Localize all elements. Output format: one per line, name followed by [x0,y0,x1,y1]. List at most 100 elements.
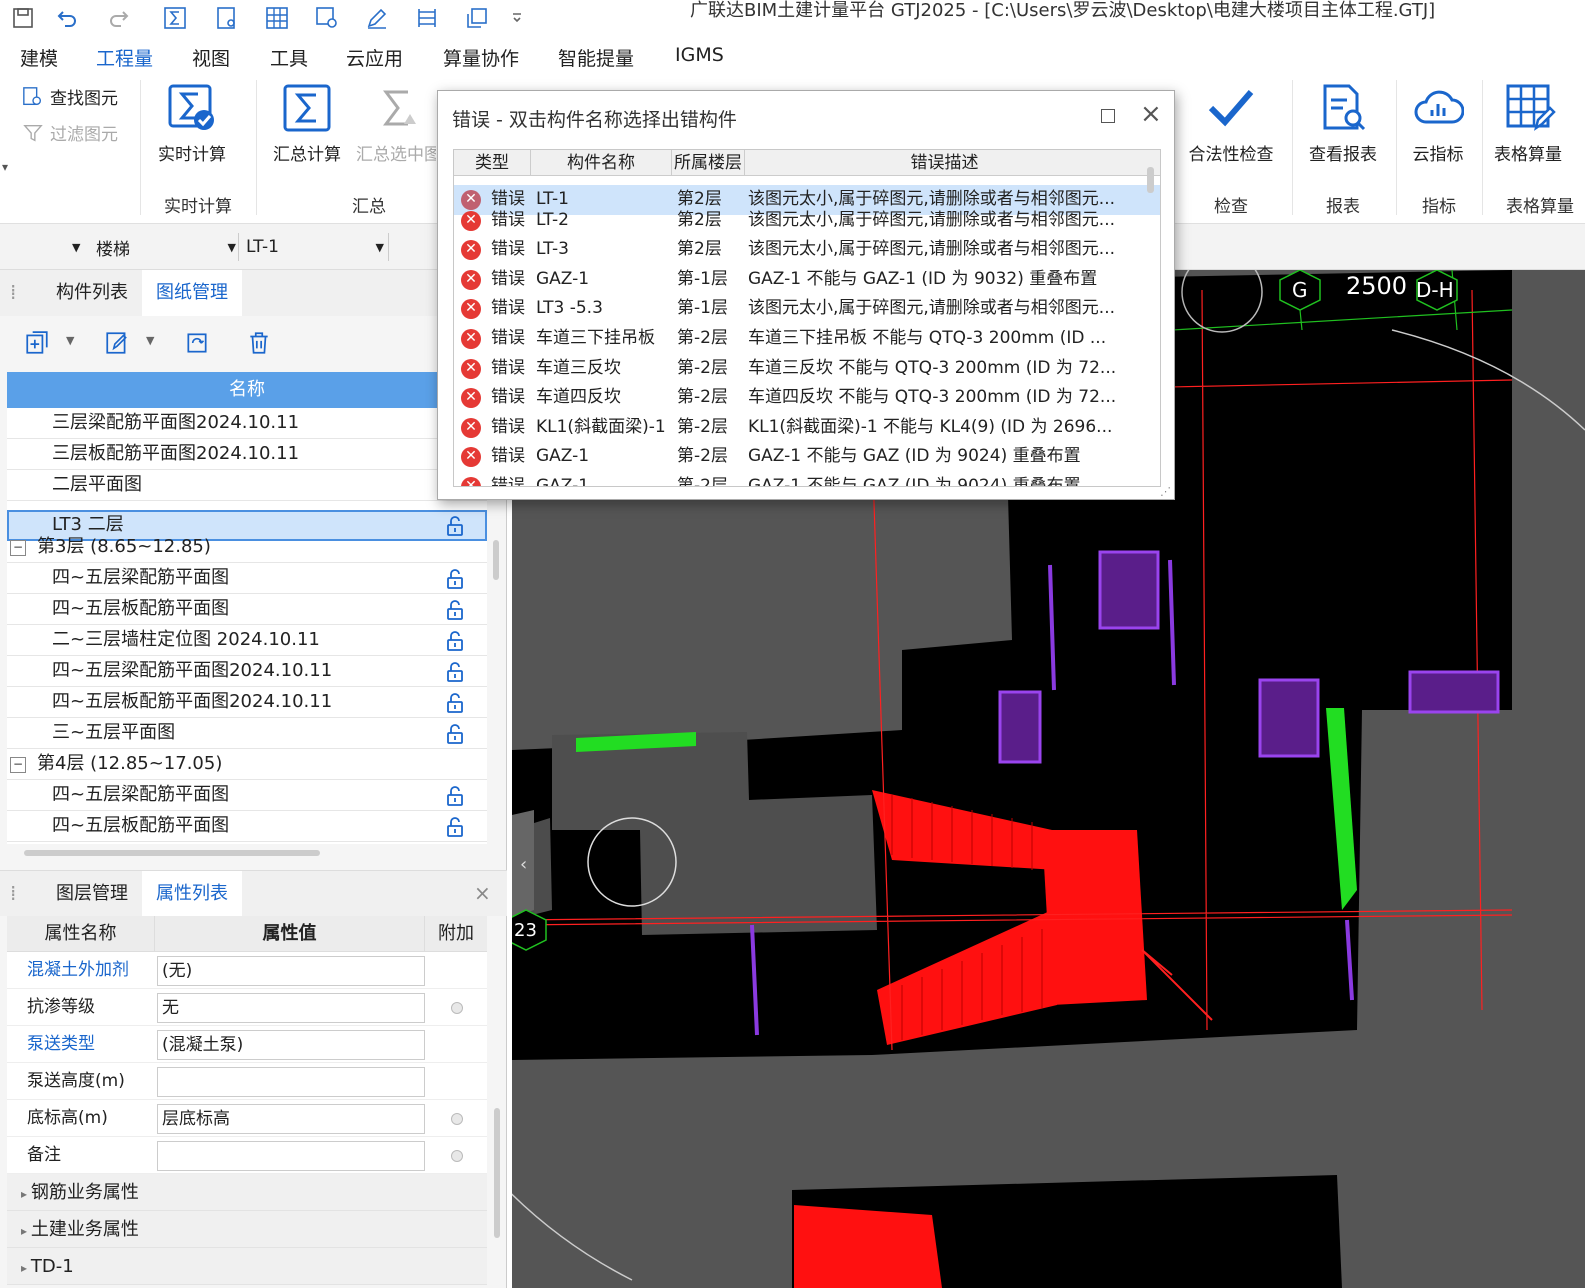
error-row[interactable]: ✕ 错误 GAZ-1 第-2层 GAZ-1 不能与 GAZ (ID 为 9024) 重叠… [454,472,1160,486]
resize-grip-icon[interactable]: ⋰ [1160,485,1171,498]
customize-icon[interactable] [502,4,532,32]
floor-group-row[interactable]: − 第3层 (8.65~12.85) [7,532,487,563]
tab-layer-manage[interactable]: 图层管理 [42,871,142,917]
lock-icon[interactable] [443,784,467,808]
drawing-row[interactable]: 四~五层板配筋平面图 [7,811,487,842]
drawing-row[interactable]: 四~五层梁配筋平面图2024.10.11 [7,656,487,687]
drawing-row[interactable]: 四~五层板配筋平面图2024.10.11 [7,687,487,718]
drawing-row[interactable]: 三层板配筋平面图2024.10.11 [7,439,487,470]
error-component-name[interactable]: GAZ-1 [536,442,589,471]
redo-icon[interactable] [104,4,134,32]
undo-icon[interactable] [52,4,82,32]
error-row[interactable]: ✕ 错误 LT3 -5.3 第-1层 该图元太小,属于碎图元,请删除或者与相邻图元... [454,294,1160,324]
prop-value-field[interactable]: (混凝土泵) [157,1030,425,1060]
error-row[interactable]: ✕ 错误 LT-2 第2层 该图元太小,属于碎图元,请删除或者与相邻图元... [454,206,1160,236]
lock-icon[interactable] [443,815,467,839]
menu-tools[interactable]: 工具 [270,44,308,71]
drag-handle-icon[interactable]: ⁞ [10,280,16,304]
lock-icon[interactable] [443,722,467,746]
grid-icon[interactable] [262,4,292,32]
error-component-name[interactable]: LT-3 [536,235,569,264]
tab-prop-list[interactable]: 属性列表 [142,871,242,917]
props-scrollbar[interactable] [494,1108,500,1238]
error-row[interactable]: ✕ 错误 LT-3 第2层 该图元太小,属于碎图元,请删除或者与相邻图元... [454,235,1160,265]
error-component-name[interactable]: 车道三反坎 [536,354,621,383]
delete-icon[interactable] [246,330,272,356]
menu-quantities[interactable]: 工程量 [96,44,154,78]
menu-modeling[interactable]: 建模 [20,44,58,71]
view-report-button[interactable]: 查看报表 [1306,82,1380,165]
menu-igms[interactable]: IGMS [675,44,724,66]
error-row[interactable]: ✕ 错误 车道四反坎 第-2层 车道四反坎 不能与 QTQ-3 200mm (ID 为 … [454,383,1160,413]
grid-search-icon[interactable] [312,4,342,32]
expand-arrow-icon[interactable]: ▸ [21,1261,31,1275]
close-icon[interactable]: × [1140,101,1162,127]
menu-collab[interactable]: 算量协作 [443,44,519,71]
copy-icon[interactable] [462,4,492,32]
drawing-list-hscrollbar[interactable] [24,850,320,856]
collapse-toggle-icon[interactable]: − [10,757,26,773]
drawing-row[interactable]: 四~五层板配筋平面图 [7,594,487,625]
drawing-row[interactable]: 四~五层梁配筋平面图 [7,563,487,594]
prop-group-row[interactable]: ▸ TD-1 [7,1248,487,1285]
error-component-name[interactable]: 车道三下挂吊板 [536,324,655,353]
prop-value-field[interactable] [157,1141,425,1171]
error-row[interactable]: ✕ 错误 车道三下挂吊板 第-2层 车道三下挂吊板 不能与 QTQ-3 200mm (I… [454,324,1160,354]
save-icon[interactable] [8,4,38,32]
left-dropdown-arrow[interactable]: ▼ [72,233,80,261]
error-table-scrollbar[interactable] [1147,167,1154,193]
component-select[interactable]: LT-1 ▼ [246,233,384,261]
tab-drawing-manage[interactable]: 图纸管理 [142,270,242,316]
expand-arrow-icon[interactable]: ▸ [21,1224,31,1238]
realtime-calc-button[interactable]: 实时计算 [154,82,230,165]
refresh-drawing-icon[interactable] [184,330,210,356]
lock-icon[interactable] [443,629,467,653]
prop-value-field[interactable]: 无 [157,993,425,1023]
error-row[interactable]: ✕ 错误 GAZ-1 第-1层 GAZ-1 不能与 GAZ-1 (ID 为 9032) … [454,265,1160,295]
error-row[interactable]: ✕ 错误 GAZ-1 第-2层 GAZ-1 不能与 GAZ (ID 为 9024) 重叠… [454,442,1160,472]
prop-group-row[interactable]: ▸ 土建业务属性 [7,1211,487,1248]
drag-handle-icon[interactable]: ⁞ [10,881,16,905]
drawing-row[interactable]: 三~五层平面图 [7,718,487,749]
lock-icon[interactable] [443,660,467,684]
error-component-name[interactable]: LT3 -5.3 [536,294,603,323]
add-drawing-icon[interactable] [24,330,50,356]
menu-cloud[interactable]: 云应用 [346,44,403,71]
tab-component-list[interactable]: 构件列表 [42,270,142,316]
category-select[interactable]: 楼梯 ▼ [96,233,236,261]
columns-icon[interactable] [412,4,442,32]
edit-dropdown-icon[interactable]: ▼ [146,334,154,347]
extra-radio[interactable] [451,1113,463,1125]
legality-check-button[interactable]: 合法性检查 [1186,82,1276,165]
extra-radio[interactable] [451,1002,463,1014]
table-calc-button[interactable]: 表格算量 [1494,82,1582,165]
prop-value-field[interactable] [157,1067,425,1097]
close-icon[interactable]: × [474,881,491,905]
drawing-list-scrollbar[interactable] [493,540,499,580]
ribbon-collapse-icon[interactable]: ▾ [2,160,8,174]
menu-smart[interactable]: 智能提量 [558,44,634,71]
pen-icon[interactable] [362,4,392,32]
maximize-icon[interactable] [1101,109,1115,123]
error-component-name[interactable]: GAZ-1 [536,265,589,294]
collapse-toggle-icon[interactable]: − [10,540,26,556]
error-component-name[interactable]: KL1(斜截面梁)-1 [536,413,666,442]
lock-icon[interactable] [443,691,467,715]
lock-icon[interactable] [443,598,467,622]
menu-view[interactable]: 视图 [192,44,230,71]
add-dropdown-icon[interactable]: ▼ [66,334,74,347]
prop-group-row[interactable]: ▸ 钢筋业务属性 [7,1174,487,1211]
report-icon[interactable] [212,4,242,32]
extra-radio[interactable] [451,1150,463,1162]
error-component-name[interactable]: GAZ-1 [536,472,589,486]
error-component-name[interactable]: LT-2 [536,206,569,235]
error-row[interactable]: ✕ 错误 KL1(斜截面梁)-1 第-2层 KL1(斜截面梁)-1 不能与 KL4(9)… [454,413,1160,443]
summary-calc-button[interactable]: 汇总计算 [270,82,344,165]
error-component-name[interactable]: 车道四反坎 [536,383,621,412]
lock-icon[interactable] [443,567,467,591]
floor-group-row[interactable]: − 第4层 (12.85~17.05) [7,749,487,780]
cloud-index-button[interactable]: 云指标 [1406,82,1470,165]
prop-value-field[interactable]: (无) [157,956,425,986]
drawing-row[interactable]: 二层平面图 [7,470,487,501]
drawing-row[interactable]: 二~三层墙柱定位图 2024.10.11 [7,625,487,656]
